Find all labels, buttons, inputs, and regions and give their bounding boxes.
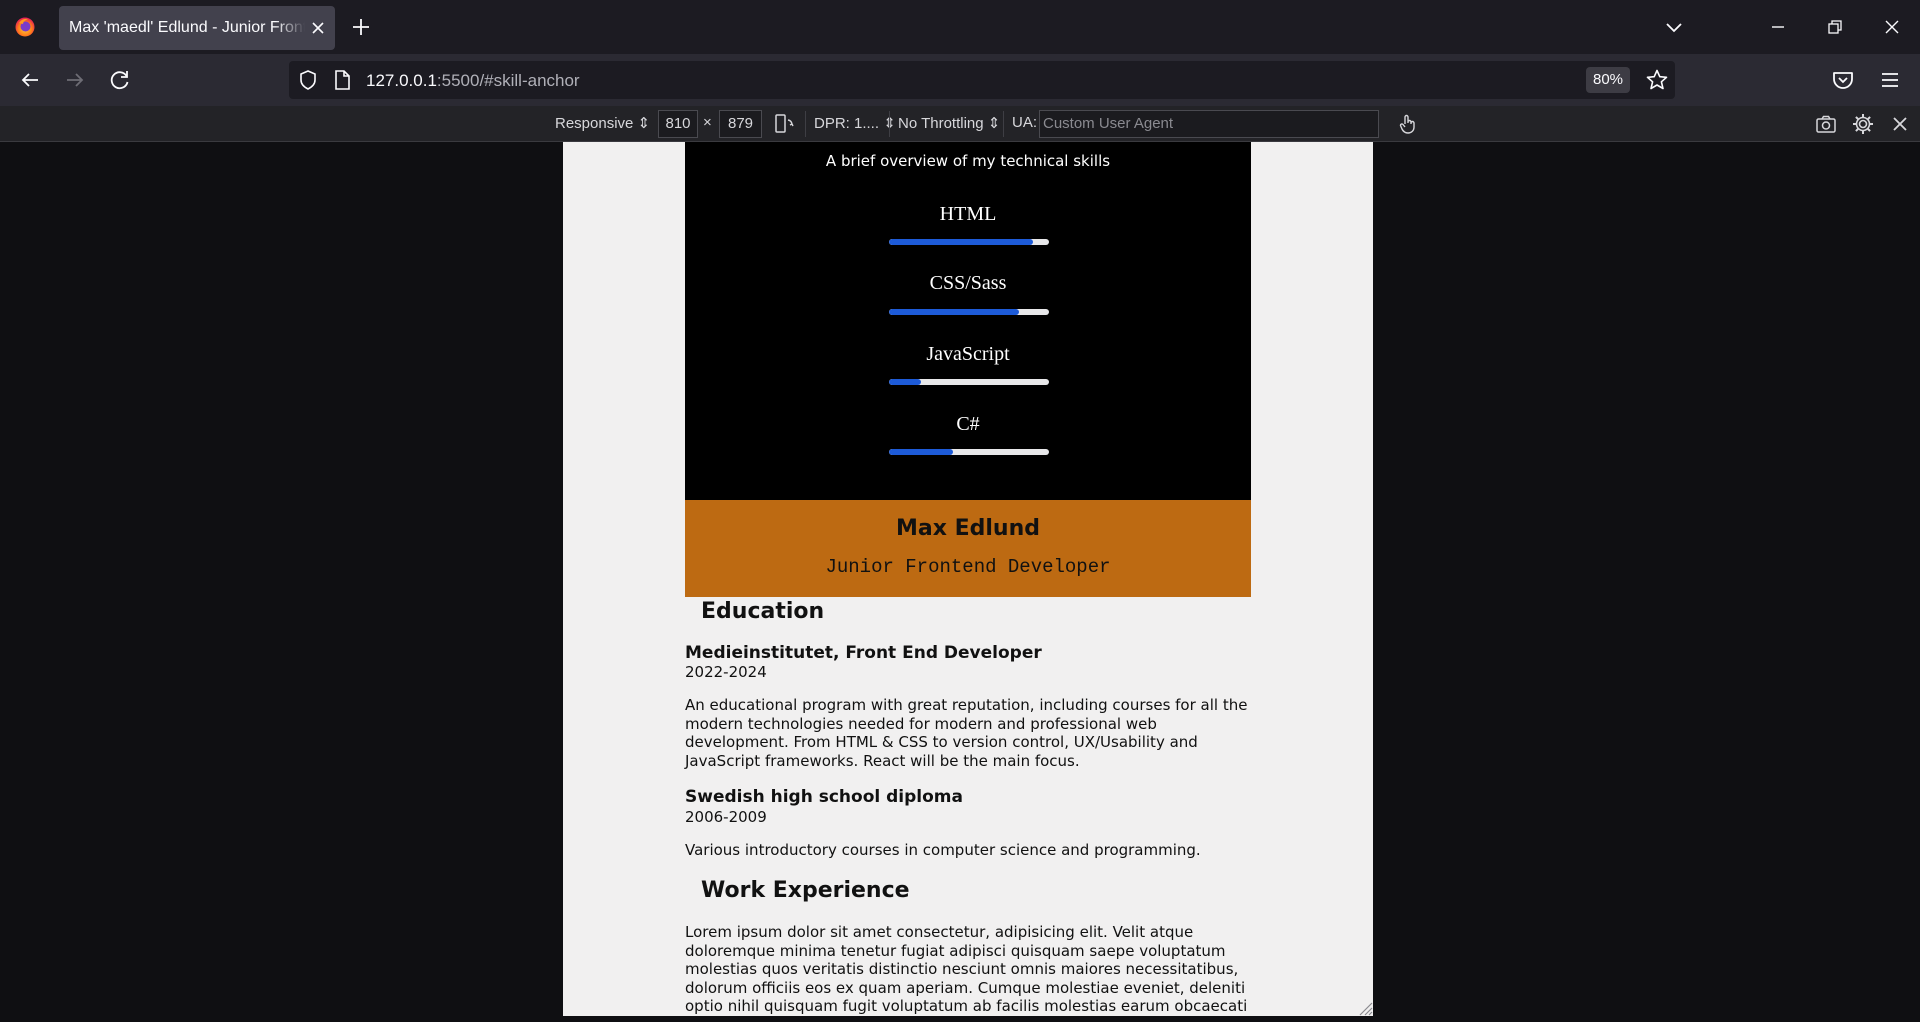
skill-name: C# (956, 413, 980, 435)
hamburger-menu-icon[interactable] (1876, 66, 1904, 94)
education-entry-description: Various introductory courses in computer… (685, 841, 1201, 859)
viewport-resize-handle-icon[interactable] (1357, 1000, 1373, 1016)
minimize-window-icon[interactable] (1765, 14, 1791, 40)
tab-title: Max 'maedl' Edlund - Junior Frontend Dev… (69, 19, 305, 37)
close-tab-icon[interactable] (306, 16, 330, 40)
active-tab[interactable]: Max 'maedl' Edlund - Junior Frontend Dev… (59, 6, 335, 50)
separator (1003, 111, 1004, 137)
dimension-times: × (703, 114, 712, 131)
back-arrow-icon[interactable] (16, 66, 44, 94)
skill-name: HTML (939, 203, 997, 225)
list-all-tabs-chevron-icon[interactable] (1660, 14, 1688, 40)
close-responsive-mode-icon[interactable] (1888, 112, 1912, 136)
url-text[interactable]: 127.0.0.1:5500/#skill-anchor (366, 71, 580, 91)
dpr-selector[interactable]: DPR: 1.... ⇕ (814, 114, 896, 132)
pocket-icon[interactable] (1829, 66, 1857, 94)
user-agent-input[interactable]: Custom User Agent (1039, 110, 1379, 138)
profile-banner: Max Edlund Junior Frontend Developer (685, 500, 1251, 597)
education-entry-years: 2006-2009 (685, 808, 767, 826)
education-entry-description: An educational program with great reputa… (685, 696, 1248, 770)
screenshot-camera-icon[interactable] (1814, 112, 1838, 136)
education-heading: Education (701, 599, 825, 624)
profile-role: Junior Frontend Developer (825, 556, 1111, 578)
web-page: A brief overview of my technical skills … (563, 142, 1373, 1016)
reload-icon[interactable] (106, 66, 134, 94)
device-label: Responsive (555, 115, 634, 132)
skill-progress-fill (889, 239, 1033, 245)
page-info-icon[interactable] (331, 69, 353, 91)
profile-name: Max Edlund (896, 516, 1040, 541)
skill-progress-bar (889, 239, 1049, 245)
skill-name: CSS/Sass (929, 272, 1007, 294)
skill-progress-fill (889, 379, 921, 385)
work-experience-description: Lorem ipsum dolor sit amet consectetur, … (685, 923, 1248, 1016)
forward-arrow-icon[interactable] (61, 66, 89, 94)
viewport-height-input[interactable]: 879 (719, 110, 762, 138)
touch-simulation-hand-icon[interactable] (1396, 112, 1420, 136)
skill-progress-fill (889, 309, 1019, 315)
skills-intro: A brief overview of my technical skills (825, 152, 1111, 170)
close-window-icon[interactable] (1879, 14, 1905, 40)
address-bar[interactable]: 127.0.0.1:5500/#skill-anchor 80% (289, 61, 1675, 99)
new-tab-plus-icon[interactable] (348, 14, 374, 40)
settings-gear-icon[interactable] (1851, 112, 1875, 136)
navigation-toolbar: 127.0.0.1:5500/#skill-anchor 80% (0, 54, 1920, 106)
skill-progress-bar (889, 379, 1049, 385)
dpr-label: DPR: 1.... (814, 115, 880, 132)
separator (889, 111, 890, 137)
ua-label: UA: (1012, 114, 1038, 131)
responsive-design-toolbar: Responsive ⇕ 810 × 879 DPR: 1.... ⇕ No T… (0, 106, 1920, 142)
responsive-viewport: A brief overview of my technical skills … (0, 142, 1920, 1022)
education-entry-title: Medieinstitutet, Front End Developer (685, 643, 1042, 663)
skill-progress-bar (889, 449, 1049, 455)
skill-progress-bar (889, 309, 1049, 315)
restore-window-icon[interactable] (1822, 14, 1848, 40)
education-entry-years: 2022-2024 (685, 663, 767, 681)
zoom-level-badge[interactable]: 80% (1586, 67, 1630, 93)
url-path: :5500/#skill-anchor (436, 71, 580, 90)
url-host: 127.0.0.1 (366, 71, 437, 90)
rotate-viewport-icon[interactable] (772, 112, 796, 136)
education-entry-title: Swedish high school diploma (685, 787, 963, 807)
throttling-selector[interactable]: No Throttling ⇕ (898, 114, 1000, 132)
throttling-label: No Throttling (898, 115, 984, 132)
firefox-logo-icon[interactable] (14, 15, 36, 37)
tab-strip: Max 'maedl' Edlund - Junior Frontend Dev… (0, 0, 1920, 54)
skills-section: A brief overview of my technical skills … (685, 142, 1251, 500)
device-selector[interactable]: Responsive ⇕ (555, 114, 650, 132)
bookmark-star-icon[interactable] (1645, 68, 1669, 92)
skill-progress-fill (889, 449, 953, 455)
shield-icon[interactable] (297, 69, 319, 91)
work-experience-heading: Work Experience (701, 878, 910, 903)
separator (805, 111, 806, 137)
viewport-width-input[interactable]: 810 (658, 110, 698, 138)
skill-name: JavaScript (926, 343, 1010, 365)
